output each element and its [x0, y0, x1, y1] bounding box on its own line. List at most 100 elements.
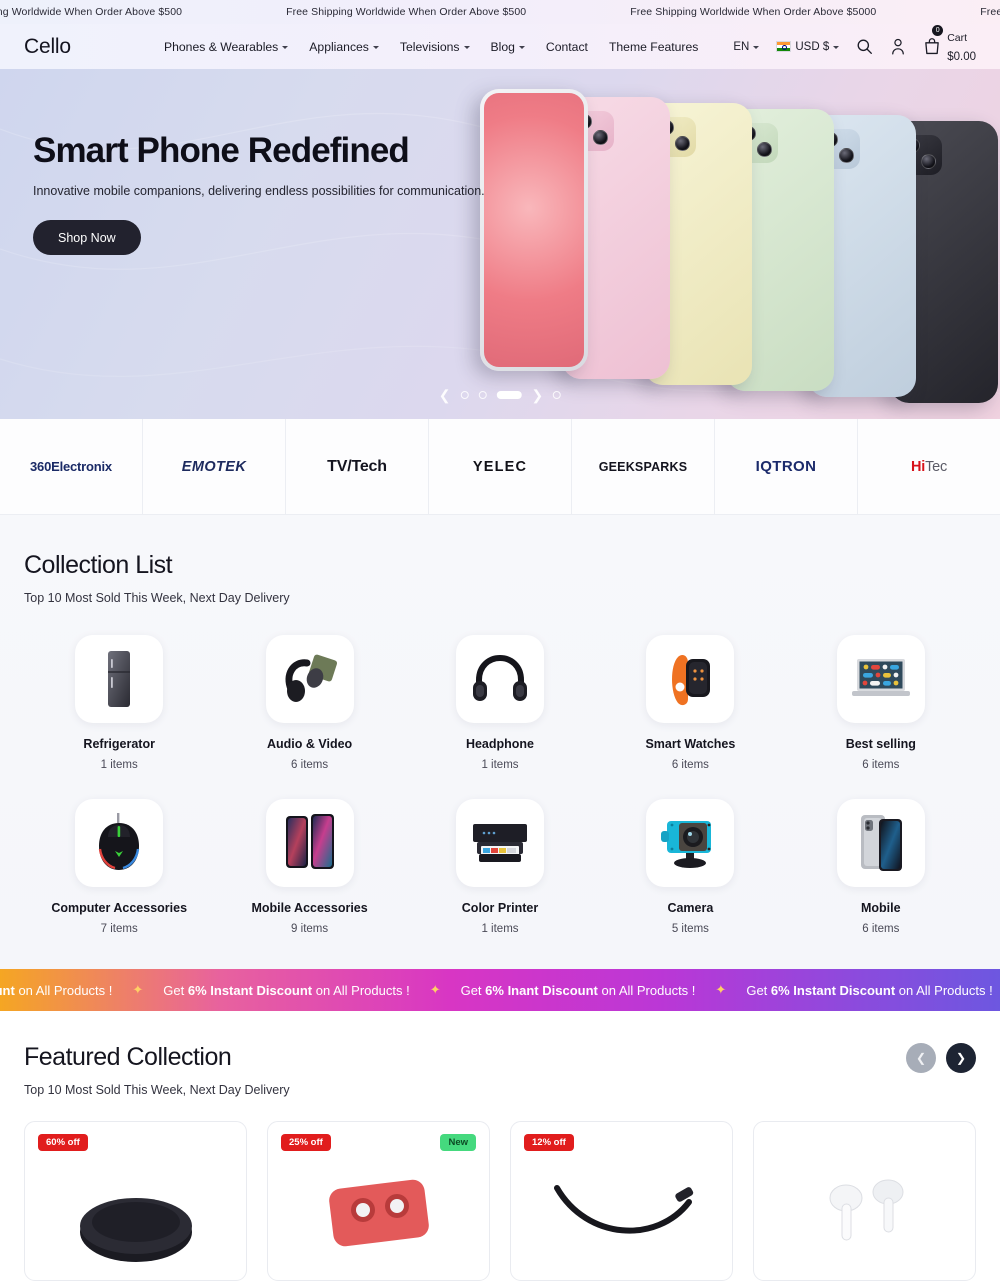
chevron-down-icon: [833, 46, 840, 49]
hero-banner: Smart Phone Redefined Innovative mobile …: [0, 69, 1000, 419]
product-card[interactable]: 25% off New: [267, 1121, 490, 1281]
nav-label: Phones & Wearables: [164, 39, 279, 54]
chevron-down-icon: [282, 46, 289, 49]
featured-prev-button[interactable]: ❮: [906, 1043, 936, 1073]
nav-label: Theme Features: [608, 39, 699, 54]
hero-dot-1[interactable]: [460, 391, 469, 399]
hitec-hi-part: Hi: [910, 458, 926, 475]
nav-label: Televisions: [399, 39, 460, 54]
featured-collection-section: Featured Collection Top 10 Most Sold Thi…: [0, 1011, 1000, 1281]
red-earbuds-case-image: [328, 1179, 429, 1247]
announcement-item: Free Shipping Worldwide When Order Above…: [0, 6, 183, 18]
hero-dot-2[interactable]: [478, 391, 487, 399]
nav-item-appliances[interactable]: Appliances: [309, 40, 379, 54]
brand-logo-yelec[interactable]: YELEC: [429, 419, 572, 514]
brand-logo-tvtech[interactable]: TV/Tech: [286, 419, 429, 514]
announcement-bar: Free Shipping Worldwide When Order Above…: [0, 0, 1000, 24]
discount-badge: 12% off: [524, 1134, 574, 1151]
collection-item-count: 6 items: [862, 923, 900, 935]
collection-item-count: 1 items: [481, 923, 519, 935]
collection-item-color-printer[interactable]: Color Printer 1 items: [405, 799, 595, 935]
collection-list-title: Collection List: [24, 551, 173, 579]
nav-item-contact[interactable]: Contact: [546, 40, 588, 54]
cart-button[interactable]: 0 Cart $0.00: [923, 25, 976, 65]
collection-item-count: 1 items: [100, 759, 138, 771]
printer-icon: [455, 799, 544, 887]
hitec-tec-part: Tec: [925, 458, 948, 475]
collection-item-name: Color Printer: [461, 901, 539, 915]
collection-item-camera[interactable]: Camera 5 items: [595, 799, 785, 935]
hero-phone-lineup-image: [480, 89, 1000, 419]
featured-carousel-controls: ❮ ❯: [906, 1043, 976, 1073]
new-badge: New: [440, 1134, 476, 1151]
shop-now-button[interactable]: Shop Now: [33, 220, 141, 255]
site-logo[interactable]: Cello: [24, 35, 164, 59]
language-value: EN: [733, 40, 750, 53]
headset-icon: [265, 635, 354, 723]
cart-label: Cart: [947, 32, 968, 45]
sparkle-icon: ✦: [132, 982, 144, 997]
announcement-track: Free Shipping Worldwide When Order Above…: [0, 6, 1000, 18]
collection-item-audio-video[interactable]: Audio & Video 6 items: [214, 635, 404, 771]
nav-item-theme-features[interactable]: Theme Features: [609, 40, 698, 54]
collection-item-name: Mobile Accessories: [251, 901, 368, 915]
smartwatch-icon: [646, 635, 735, 723]
product-card[interactable]: 60% off: [24, 1121, 247, 1281]
cart-count-badge: 0: [932, 25, 944, 37]
announcement-item: Free Shipping Worldwide When Order Above…: [630, 6, 877, 18]
product-card[interactable]: [753, 1121, 976, 1281]
collection-item-name: Audio & Video: [267, 737, 353, 751]
cart-total: $0.00: [947, 50, 976, 63]
featured-subtitle: Top 10 Most Sold This Week, Next Day Del…: [24, 1083, 290, 1097]
camera-icon: [646, 799, 735, 887]
collection-item-mobile[interactable]: Mobile 6 items: [786, 799, 976, 935]
collection-item-best-selling[interactable]: Best selling 6 items: [786, 635, 976, 771]
user-account-icon[interactable]: [890, 38, 906, 55]
promo-track: Get 6% Instant Discount on All Products …: [0, 982, 1000, 998]
nav-item-blog[interactable]: Blog: [491, 40, 525, 54]
search-icon[interactable]: [856, 38, 873, 55]
hero-prev-button[interactable]: ❮: [439, 388, 451, 402]
collection-item-headphone[interactable]: Headphone 1 items: [405, 635, 595, 771]
currency-value: USD $: [795, 40, 830, 53]
featured-title: Featured Collection: [24, 1043, 232, 1071]
sparkle-icon: ✦: [429, 982, 441, 997]
collection-item-count: 5 items: [671, 923, 709, 935]
language-selector[interactable]: EN: [733, 40, 760, 53]
chevron-down-icon: [753, 46, 760, 49]
brand-logo-iqtron[interactable]: IQTRON: [715, 419, 858, 514]
collection-item-mobile-accessories[interactable]: Mobile Accessories 9 items: [214, 799, 404, 935]
currency-selector[interactable]: USD $: [776, 40, 840, 53]
collection-item-name: Refrigerator: [83, 737, 155, 751]
chevron-down-icon: [518, 46, 525, 49]
brand-logo-strip: 360Electronix EMOTEK TV/Tech YELEC GEEKS…: [0, 419, 1000, 515]
main-navigation: Phones & Wearables Appliances Television…: [164, 40, 698, 54]
black-cable-image: [553, 1185, 693, 1234]
brand-logo-hitec[interactable]: Hi Tec: [858, 419, 1000, 514]
hero-dot-4[interactable]: [553, 391, 562, 399]
brand-logo-emotek[interactable]: EMOTEK: [143, 419, 286, 514]
site-header: Cello Phones & Wearables Appliances Tele…: [0, 24, 1000, 69]
promo-item: Get 6% Inant Discount on All Products !: [460, 982, 696, 998]
hero-dot-3-active[interactable]: [496, 391, 522, 399]
chevron-down-icon: [463, 46, 470, 49]
collection-item-computer-accessories[interactable]: Computer Accessories 7 items: [24, 799, 214, 935]
nav-label: Appliances: [309, 39, 369, 54]
cart-bag-icon: [925, 38, 940, 55]
collection-item-smart-watches[interactable]: Smart Watches 6 items: [595, 635, 785, 771]
featured-product-grid: 60% off 25% off New 12% off: [24, 1121, 976, 1281]
collection-item-name: Best selling: [845, 737, 916, 751]
brand-logo-360electronix[interactable]: 360Electronix: [0, 419, 143, 514]
hero-next-button[interactable]: ❯: [532, 388, 544, 402]
collection-item-count: 6 items: [862, 759, 900, 771]
announcement-item: Free Shipping Worldwide When Order Above…: [980, 6, 1000, 18]
black-case-image: [79, 1198, 192, 1262]
collection-item-refrigerator[interactable]: Refrigerator 1 items: [24, 635, 214, 771]
product-card[interactable]: 12% off: [510, 1121, 733, 1281]
nav-item-phones-wearables[interactable]: Phones & Wearables: [164, 39, 289, 54]
featured-next-button[interactable]: ❯: [946, 1043, 976, 1073]
nav-item-televisions[interactable]: Televisions: [400, 40, 470, 54]
promo-item: Get 6% Instant Discount on All Products …: [0, 982, 113, 998]
brand-logo-geeksparks[interactable]: GEEKSPARKS: [572, 419, 715, 514]
collection-item-name: Mobile: [860, 901, 901, 915]
